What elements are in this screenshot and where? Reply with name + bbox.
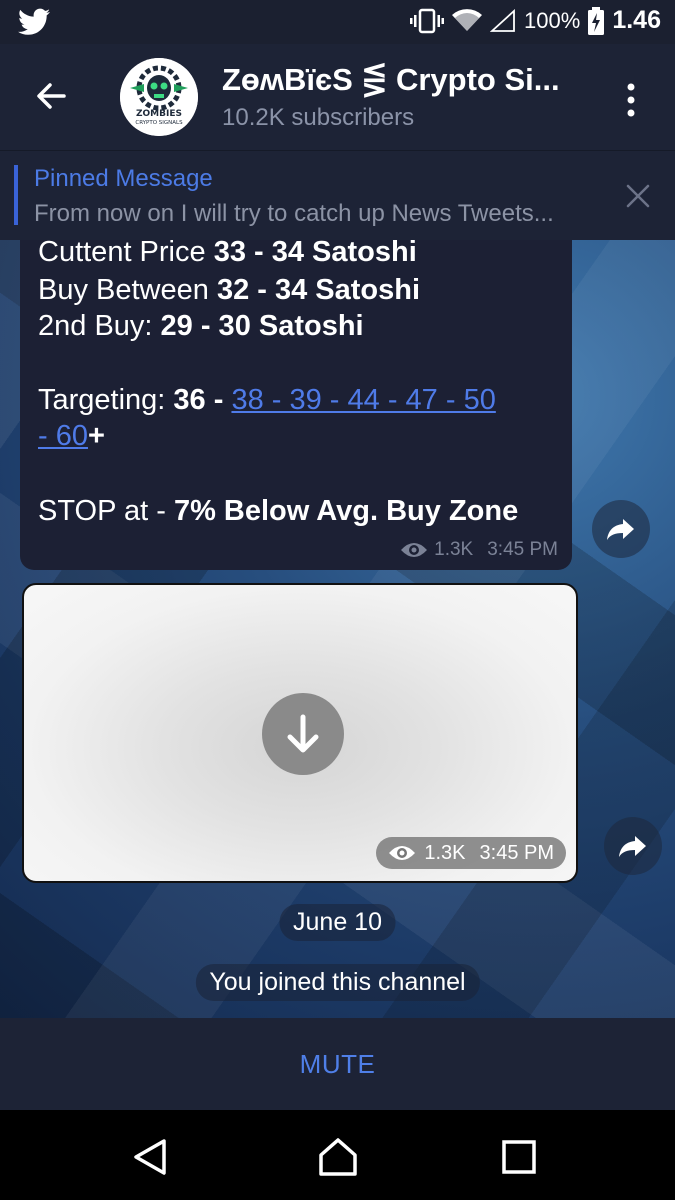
status-bar: 100% 1.46 [0,0,675,44]
message-bubble[interactable]: Cuttent Price 33 - 34 Satoshi Buy Betwee… [20,240,572,570]
vibrate-icon [410,8,445,33]
channel-title[interactable]: ZɵʍBïєS ⋚ Crypto Si... [222,62,560,98]
date-separator: June 10 [279,904,396,941]
pinned-label: Pinned Message [34,165,213,192]
media-time: 3:45 PM [479,841,554,864]
download-button[interactable] [262,693,344,775]
nav-recents-icon[interactable] [497,1135,541,1179]
pinned-text: From now on I will try to catch up News … [34,200,554,227]
bottom-bar: MUTE [0,1018,675,1110]
share-arrow-icon [619,836,646,857]
back-arrow-icon[interactable] [30,74,74,118]
download-arrow-icon [287,714,319,753]
wifi-icon [452,8,483,31]
message-time: 3:45 PM [487,539,558,560]
message-meta: 1.3K 3:45 PM [400,539,558,561]
more-options-icon[interactable] [619,82,643,118]
message-line-stop: STOP at - 7% Below Avg. Buy Zone [38,495,519,527]
nav-home-icon[interactable] [316,1135,360,1179]
nav-back-icon[interactable] [128,1135,172,1179]
subscriber-count: 10.2K subscribers [222,104,415,131]
battery-charging-icon [588,6,605,35]
media-view-count: 1.3K [424,841,466,864]
share-button[interactable] [604,817,662,875]
media-meta: 1.3K 3:45 PM [376,837,566,869]
system-navigation-bar [0,1110,675,1200]
eye-icon [401,543,428,557]
media-message[interactable]: 1.3K 3:45 PM [22,583,578,883]
message-line-targets: Targeting: 36 - 38 - 39 - 44 - 47 - 50 [38,384,496,416]
channel-avatar[interactable]: ZOMBIES CRYPTO SIGNALS [120,58,198,136]
eye-icon [389,846,416,860]
message-line-price: Cuttent Price 33 - 34 Satoshi [38,240,417,268]
view-count: 1.3K [434,539,474,560]
battery-percent: 100% [524,7,581,33]
cellular-signal-icon [490,8,515,32]
pinned-message-bar[interactable]: Pinned Message From now on I will try to… [0,150,675,241]
close-icon[interactable] [625,183,651,209]
message-line-targets-cont: - 60+ [38,420,105,452]
service-message: You joined this channel [195,964,480,1001]
chat-header: ZOMBIES CRYPTO SIGNALS ZɵʍBïєS ⋚ Crypto … [0,44,675,150]
clock: 1.46 [612,6,661,34]
message-line-buy: Buy Between 32 - 34 Satoshi [38,274,421,306]
avatar-brand-text: ZOMBIES [136,109,182,119]
target-link[interactable]: 38 - 39 - 44 - 47 - 50 [231,384,495,416]
share-arrow-icon [607,519,634,540]
twitter-icon [18,8,50,35]
target-link-cont[interactable]: - 60 [38,420,88,452]
mute-button[interactable]: MUTE [0,1018,675,1110]
share-button[interactable] [592,500,650,558]
message-line-second-buy: 2nd Buy: 29 - 30 Satoshi [38,310,364,342]
avatar-brand-subtext: CRYPTO SIGNALS [135,120,183,126]
pinned-accent-bar [14,165,18,225]
chat-area[interactable]: Cuttent Price 33 - 34 Satoshi Buy Betwee… [0,240,675,1018]
